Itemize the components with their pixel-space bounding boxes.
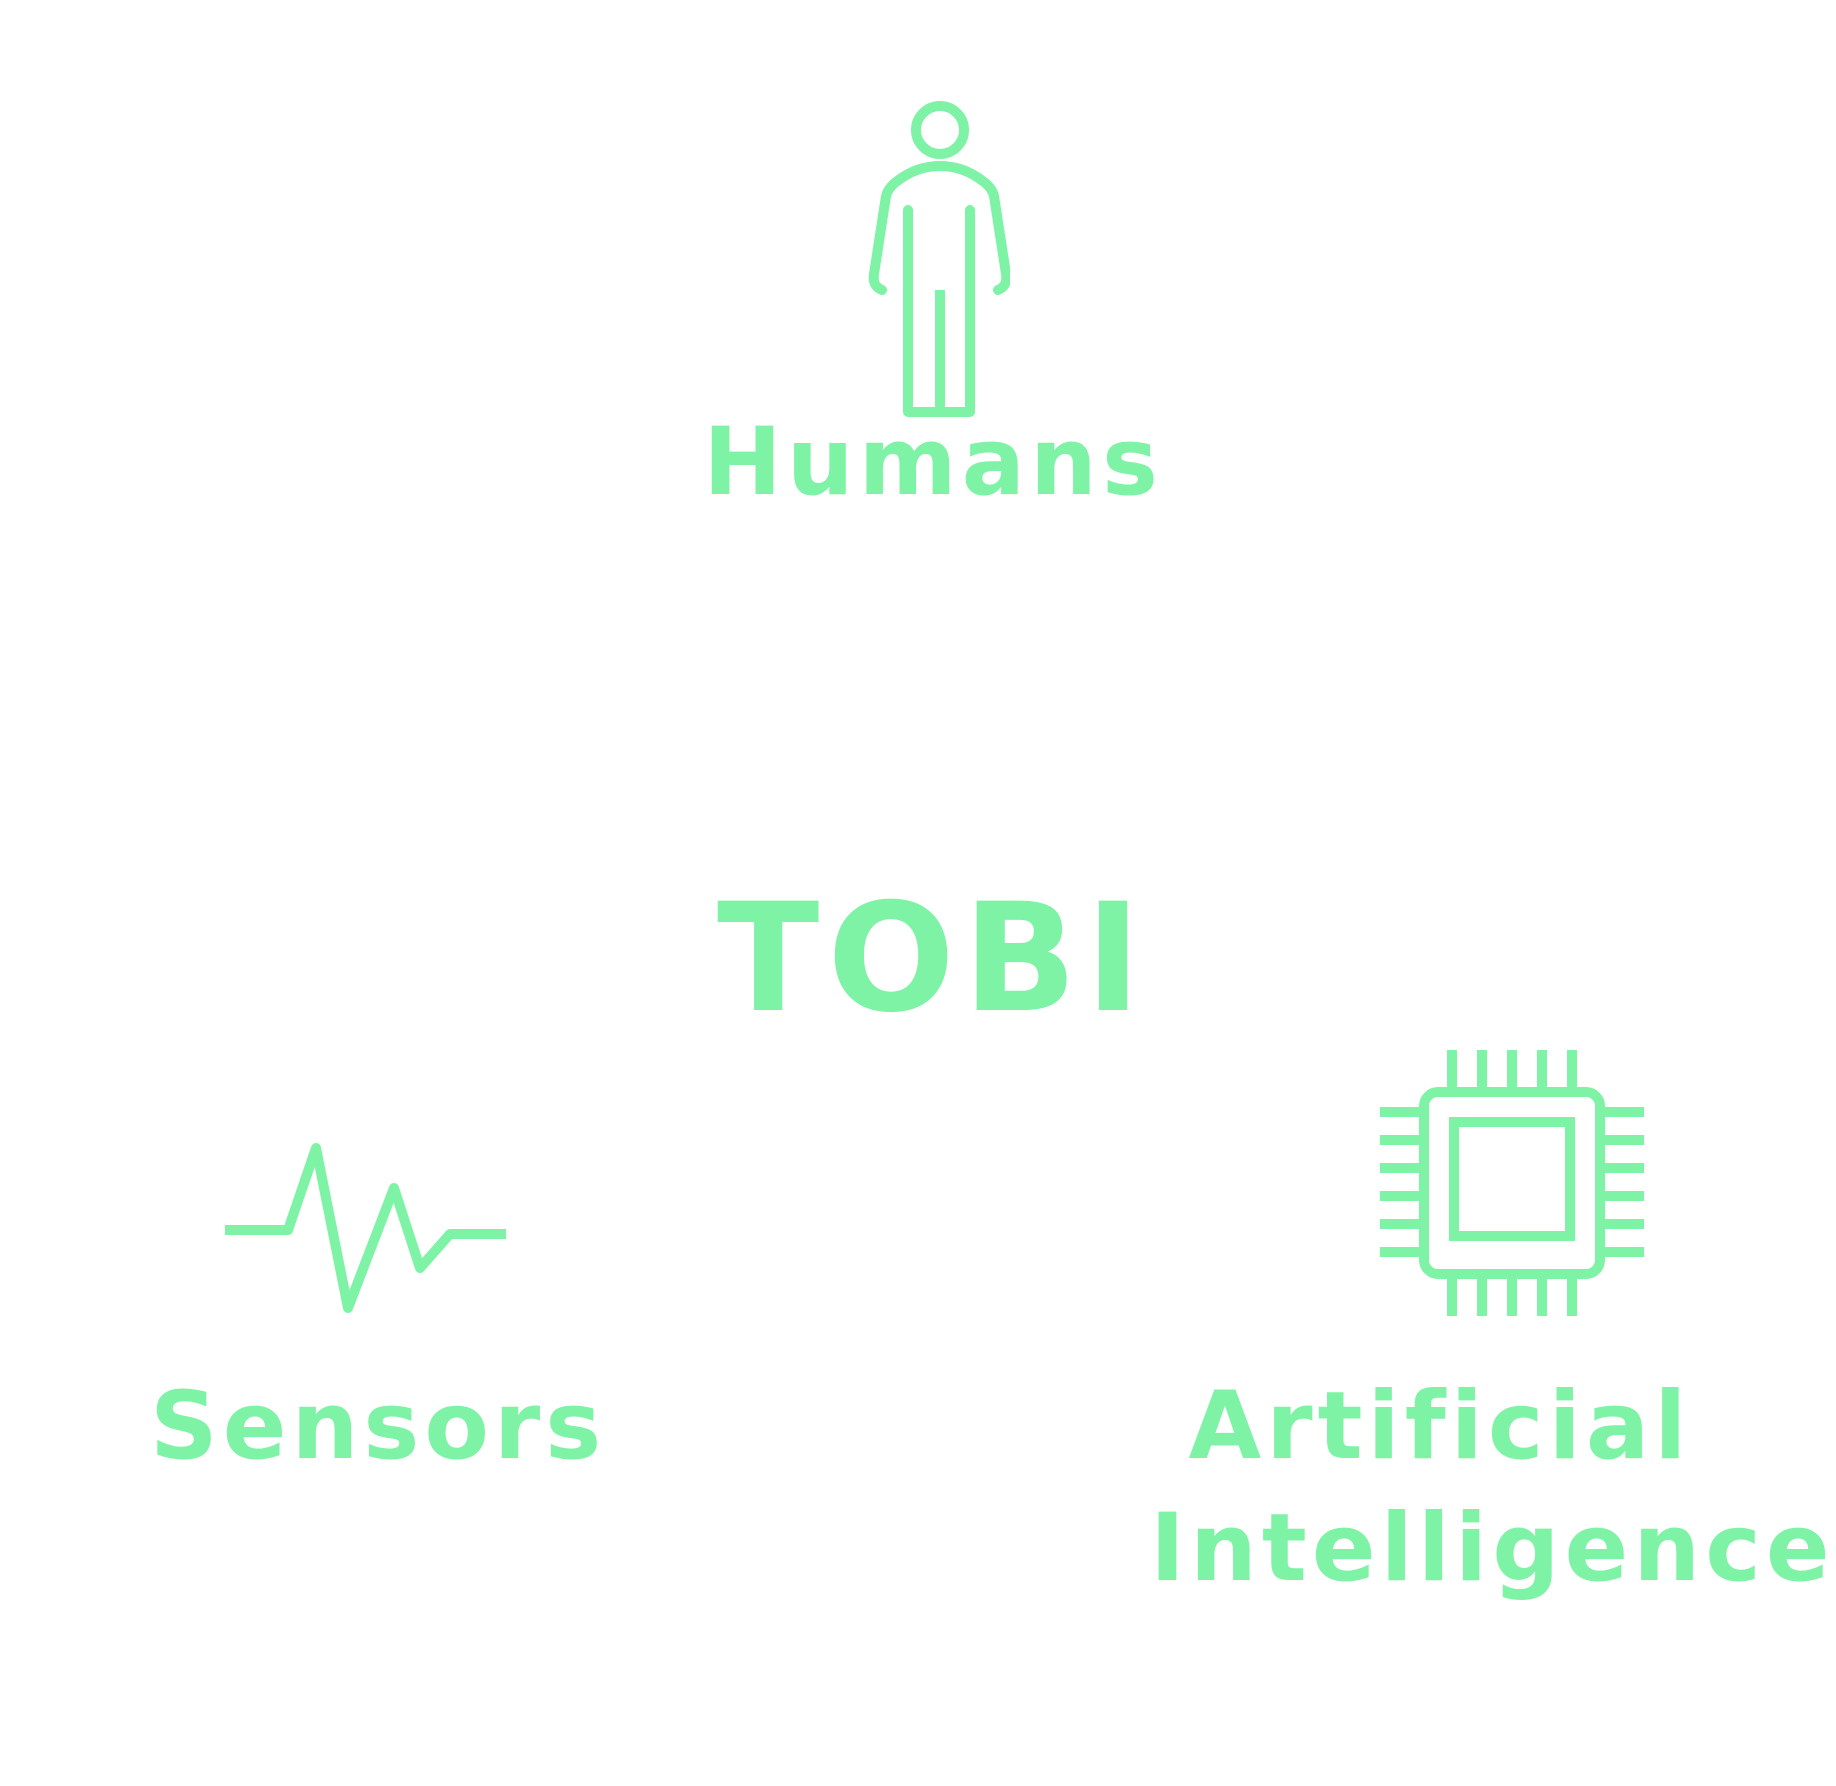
humans-label: Humans bbox=[703, 408, 1163, 517]
sensors-label: Sensors bbox=[150, 1372, 607, 1481]
center-title: TOBI bbox=[717, 872, 1149, 1046]
pulse-waveform-icon bbox=[225, 1143, 506, 1313]
ai-label: Artificial Intelligence bbox=[1150, 1366, 1835, 1610]
cpu-chip-icon bbox=[1380, 1050, 1644, 1316]
ai-label-line2: Intelligence bbox=[1150, 1494, 1835, 1603]
person-icon bbox=[868, 101, 1010, 417]
ai-label-line1: Artificial bbox=[1188, 1372, 1692, 1481]
